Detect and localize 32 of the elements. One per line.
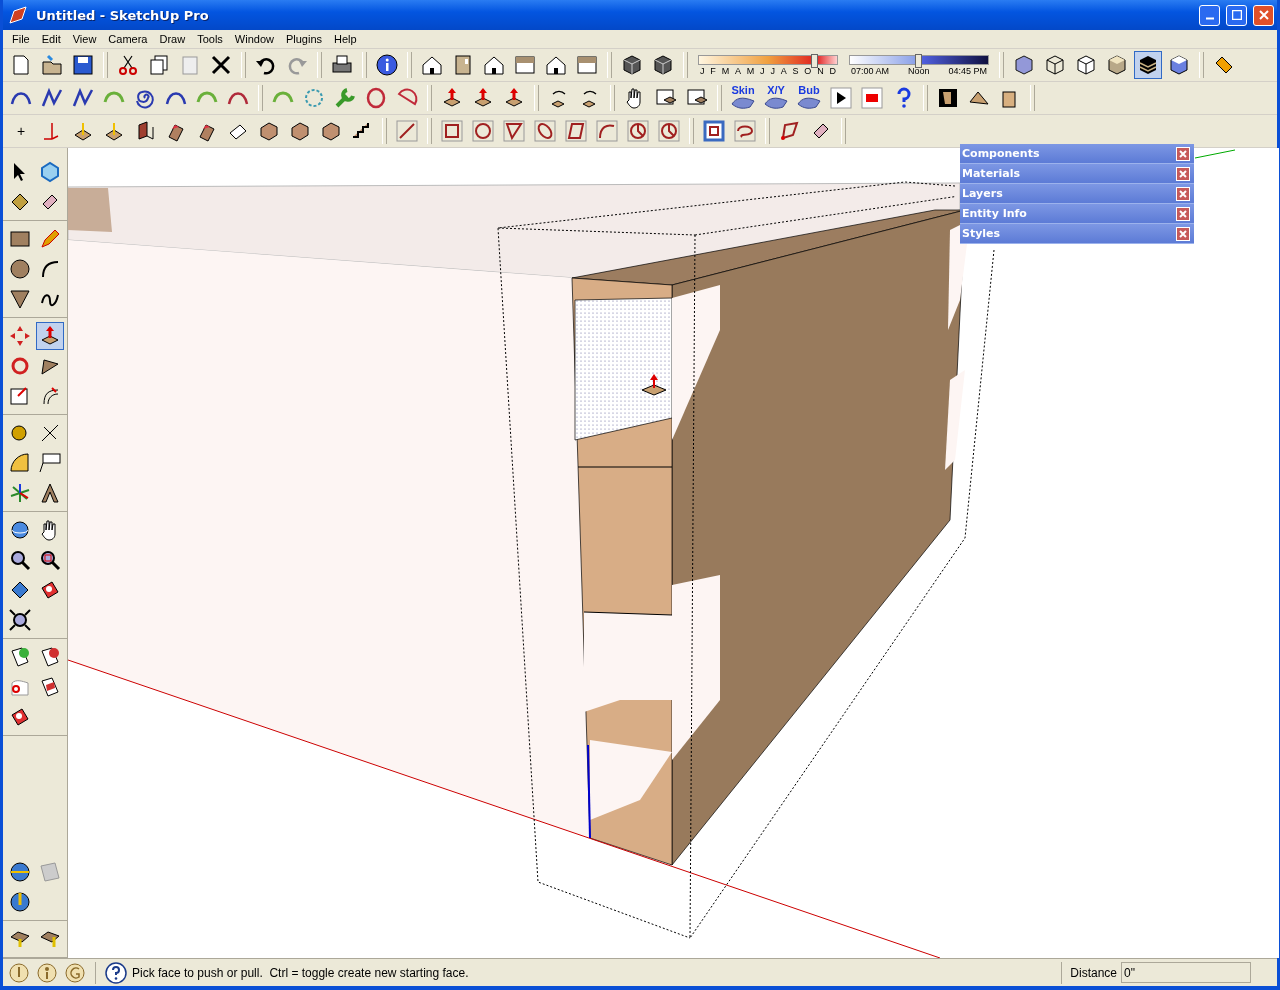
time-label: Noon [908, 65, 930, 76]
month-label: N [817, 65, 824, 76]
menu-item[interactable]: Help [328, 33, 363, 45]
month-label: M [721, 65, 730, 76]
menu-item[interactable]: View [66, 33, 103, 45]
menu-item[interactable]: Camera [102, 33, 154, 45]
month-label: M [746, 65, 755, 76]
menu-item[interactable]: File [6, 33, 36, 45]
sandbox-tool-button[interactable]: Skin [728, 84, 758, 112]
menu-item[interactable]: Tools [191, 33, 229, 45]
menu-item[interactable]: Plugins [279, 33, 329, 45]
measurement-field[interactable]: 0" [1121, 962, 1251, 983]
status-hint: Pick face to push or pull. Ctrl = toggle create new starting face. [132, 965, 470, 980]
month-label: A [734, 65, 741, 76]
sandbox-tool-button[interactable]: Bub [794, 84, 824, 112]
time-label: 04:45 PM [948, 65, 987, 76]
month-label: F [710, 65, 716, 76]
menu-item[interactable]: Edit [35, 33, 67, 45]
month-label: D [829, 65, 836, 76]
menu-item[interactable]: Draw [153, 33, 192, 45]
month-label: A [780, 65, 787, 76]
month-label: S [792, 65, 799, 76]
time-label: 07:00 AM [851, 65, 890, 76]
month-label: J [700, 65, 705, 76]
sandbox-tool-button[interactable]: X/Y [761, 84, 791, 112]
menu-item[interactable]: Window [228, 33, 280, 45]
month-label: J [760, 65, 765, 76]
month-label: J [770, 65, 775, 76]
month-label: O [804, 65, 812, 76]
measurement-label: Distance [1070, 965, 1117, 980]
point-tool-button[interactable]: + [7, 117, 35, 145]
window-title: Untitled - SketchUp Pro [36, 7, 210, 23]
